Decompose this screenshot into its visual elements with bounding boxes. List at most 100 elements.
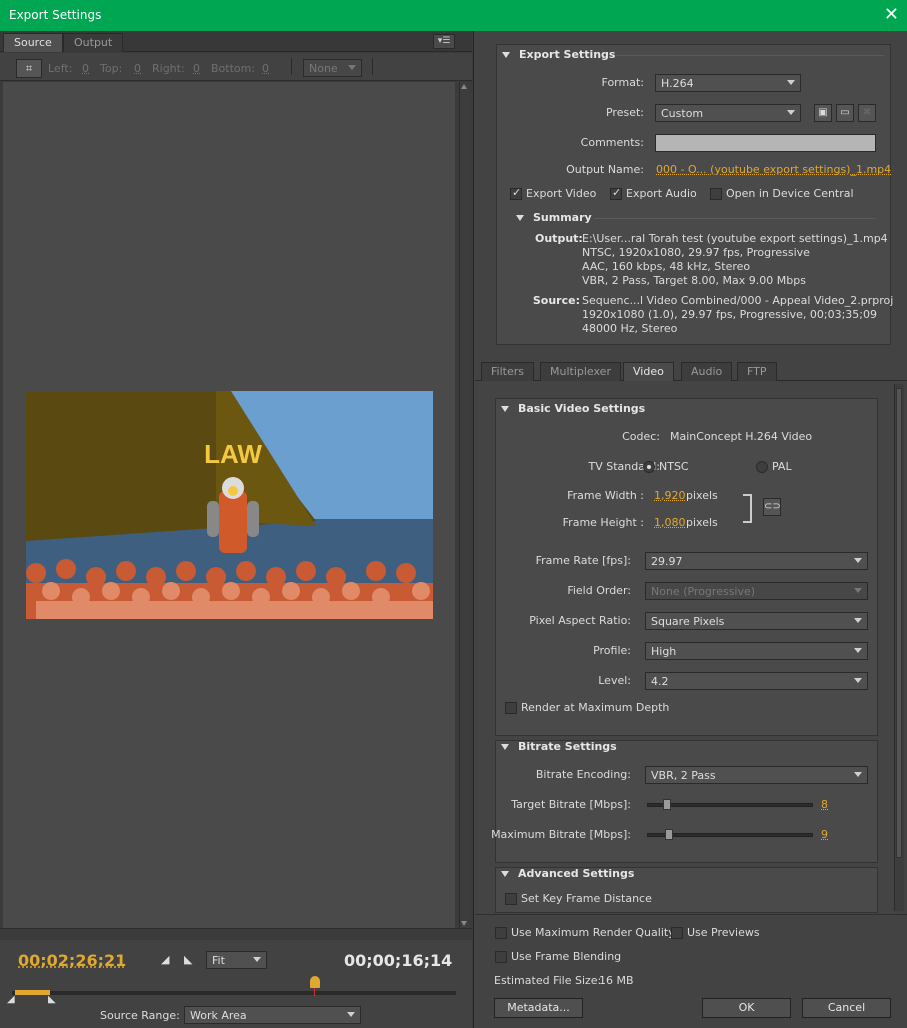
source-range-label: Source Range: [100, 1009, 180, 1022]
keyframe-label: Set Key Frame Distance [521, 892, 652, 905]
bitrate-encoding-dropdown[interactable]: VBR, 2 Pass [645, 766, 868, 784]
comments-input[interactable] [655, 134, 876, 152]
crop-preset-dropdown[interactable]: None [303, 59, 362, 77]
summary-output-label: Output: [535, 232, 583, 245]
crop-icon[interactable]: ⌗ [16, 59, 42, 78]
crop-right-value[interactable]: 0 [193, 62, 200, 75]
tab-filters[interactable]: Filters [481, 362, 534, 381]
tab-audio[interactable]: Audio [681, 362, 733, 381]
set-out-point-icon[interactable]: ◣ [184, 953, 192, 966]
import-preset-icon[interactable]: ▭ [836, 104, 854, 122]
max-bitrate-thumb[interactable] [665, 829, 673, 840]
bitrate-header: Bitrate Settings [518, 740, 617, 753]
save-preset-icon[interactable]: ▣ [814, 104, 832, 122]
max-quality-checkbox[interactable] [495, 927, 507, 939]
basic-collapse-icon[interactable] [501, 406, 509, 412]
pal-radio[interactable] [756, 461, 768, 473]
divider [616, 55, 884, 56]
collapse-icon[interactable] [502, 52, 510, 58]
summary-output-line: E:\User...ral Torah test (youtube export… [582, 232, 888, 245]
field-order-label: Field Order: [567, 584, 631, 597]
tab-output[interactable]: Output [63, 33, 124, 52]
preset-dropdown[interactable]: Custom [655, 104, 801, 122]
summary-source-line: Sequenc...l Video Combined/000 - Appeal … [582, 294, 894, 307]
frame-height-value[interactable]: 1,080 [654, 516, 686, 529]
scroll-thumb[interactable] [896, 388, 902, 858]
ntsc-radio[interactable] [643, 461, 655, 473]
close-icon[interactable]: ✕ [884, 4, 899, 25]
output-name-label: Output Name: [566, 163, 644, 176]
crop-bottom-value[interactable]: 0 [262, 62, 269, 75]
divider [372, 58, 373, 75]
field-order-dropdown[interactable]: None (Progressive) [645, 582, 868, 600]
pixel-aspect-dropdown[interactable]: Square Pixels [645, 612, 868, 630]
ok-button[interactable]: OK [702, 998, 791, 1018]
bitrate-collapse-icon[interactable] [501, 744, 509, 750]
codec-value: MainConcept H.264 Video [670, 430, 813, 443]
previews-checkbox[interactable] [671, 927, 683, 939]
device-central-checkbox[interactable] [710, 188, 722, 200]
divider [475, 914, 907, 915]
source-range-dropdown[interactable]: Work Area [184, 1006, 361, 1024]
crop-top-value[interactable]: 0 [134, 62, 141, 75]
level-dropdown[interactable]: 4.2 [645, 672, 868, 690]
cancel-button[interactable]: Cancel [802, 998, 891, 1018]
target-bitrate-slider[interactable] [647, 803, 813, 807]
timeline-track[interactable] [12, 991, 456, 995]
frame-blending-checkbox[interactable] [495, 951, 507, 963]
frame-width-value[interactable]: 1,920 [654, 489, 686, 502]
profile-value: High [651, 645, 677, 658]
preview-scrollbar[interactable] [459, 82, 469, 928]
link-bracket [743, 494, 752, 523]
scroll-down-icon[interactable] [461, 921, 467, 926]
keyframe-checkbox[interactable] [505, 893, 517, 905]
pixel-aspect-label: Pixel Aspect Ratio: [529, 614, 631, 627]
export-video-checkbox[interactable] [510, 186, 522, 200]
target-bitrate-value[interactable]: 8 [821, 798, 828, 811]
summary-collapse-icon[interactable] [516, 215, 524, 221]
out-point-handle[interactable]: ◣ [48, 994, 56, 1005]
profile-dropdown[interactable]: High [645, 642, 868, 660]
output-name-link[interactable]: 000 - O... (youtube export settings)_1.m… [656, 163, 891, 176]
crop-preset-value: None [309, 62, 338, 75]
scroll-up-icon[interactable] [461, 84, 467, 89]
summary-source-text: Sequenc...l Video Combined/000 - Appeal … [582, 294, 893, 336]
frame-rate-value: 29.97 [651, 555, 683, 568]
metadata-button[interactable]: Metadata... [494, 998, 583, 1018]
delete-preset-icon[interactable]: ✖ [858, 104, 876, 122]
tab-multiplexer[interactable]: Multiplexer [540, 362, 621, 381]
target-bitrate-thumb[interactable] [663, 799, 671, 810]
max-bitrate-value[interactable]: 9 [821, 828, 828, 841]
set-in-point-icon[interactable]: ◢ [161, 953, 169, 966]
advanced-collapse-icon[interactable] [501, 871, 509, 877]
horizontal-scrollbar[interactable] [0, 928, 472, 940]
tv-standard-label: TV Standard: [588, 460, 661, 473]
settings-scrollbar[interactable] [894, 384, 904, 911]
summary-header: Summary [533, 211, 592, 224]
tab-source[interactable]: Source [3, 33, 63, 52]
work-area-bar[interactable] [15, 990, 50, 995]
render-max-checkbox[interactable] [505, 702, 517, 714]
zoom-value: Fit [212, 954, 225, 967]
crop-left-value[interactable]: 0 [82, 62, 89, 75]
playhead-line [314, 988, 315, 996]
zoom-dropdown[interactable]: Fit [206, 951, 267, 969]
codec-label: Codec: [622, 430, 660, 443]
tab-video[interactable]: Video [623, 362, 674, 381]
export-audio-checkbox[interactable] [610, 186, 622, 200]
frame-width-label: Frame Width : [567, 489, 644, 502]
bitrate-encoding-value: VBR, 2 Pass [651, 769, 716, 782]
export-audio-label: Export Audio [626, 187, 697, 200]
summary-output-line: AAC, 160 kbps, 48 kHz, Stereo [582, 260, 751, 273]
current-timecode[interactable]: 00;02;26;21 [18, 951, 126, 970]
in-point-handle[interactable]: ◢ [7, 994, 15, 1005]
frame-rate-dropdown[interactable]: 29.97 [645, 552, 868, 570]
bitrate-encoding-label: Bitrate Encoding: [535, 768, 631, 781]
frame-blending-label: Use Frame Blending [511, 950, 622, 963]
crop-right-label: Right: [152, 62, 185, 75]
link-icon[interactable]: ⊂⊃ [763, 498, 781, 516]
tab-ftp[interactable]: FTP [737, 362, 777, 381]
playhead[interactable] [310, 976, 320, 988]
format-dropdown[interactable]: H.264 [655, 74, 801, 92]
panel-menu-icon[interactable]: ▾☰ [433, 34, 455, 49]
